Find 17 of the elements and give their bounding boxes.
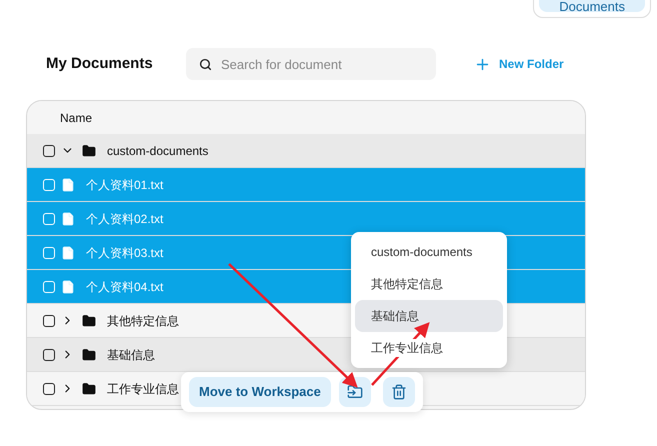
menu-item[interactable]: custom-documents [355,236,503,268]
search-field[interactable]: Search for document [186,48,436,80]
file-name: 个人资料04.txt [86,278,164,296]
folder-name: 其他特定信息 [107,312,179,330]
file-name: 个人资料03.txt [86,244,164,262]
folder-row[interactable]: custom-documents [27,134,585,168]
folder-name: 基础信息 [107,346,155,364]
folder-name: 工作专业信息 [107,380,179,398]
column-header: Name [60,110,92,126]
menu-item[interactable]: 其他特定信息 [355,268,503,300]
documents-button[interactable]: Documents [539,0,645,12]
move-to-workspace-button[interactable]: Move to Workspace [189,377,331,407]
folder-name: custom-documents [107,142,208,160]
menu-item[interactable]: 基础信息 [355,300,503,332]
file-name: 个人资料01.txt [86,176,164,194]
file-name: 个人资料02.txt [86,210,164,228]
page-title: My Documents [46,54,154,74]
